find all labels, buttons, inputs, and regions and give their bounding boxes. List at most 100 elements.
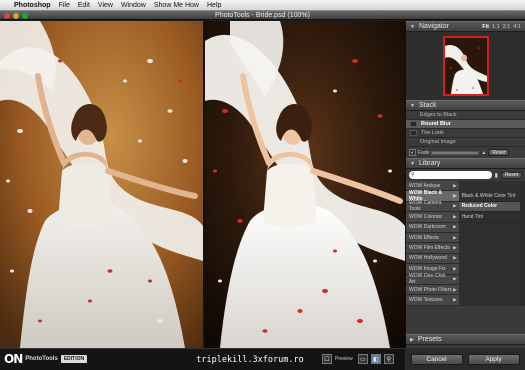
mask-icon[interactable]: ◐ xyxy=(409,149,416,156)
chevron-right-icon: ▶ xyxy=(453,182,457,188)
library-header[interactable]: ▼ Library xyxy=(406,158,525,169)
library-category[interactable]: WOW One-Click Art ▶ xyxy=(406,273,459,286)
navigator-title: Navigator xyxy=(418,23,449,30)
bride-original-image xyxy=(0,21,203,348)
zoom-fit[interactable]: Fit xyxy=(482,24,489,30)
logo-text: PhotoTools xyxy=(25,356,58,362)
watermark-text: triplekill.3xforum.ro xyxy=(196,355,304,365)
zoom-2-1[interactable]: 2:1 xyxy=(503,24,511,30)
clear-search-icon[interactable]: ▮ xyxy=(495,172,498,179)
navigator-thumbnail[interactable] xyxy=(442,36,489,96)
preview-toggle-icon[interactable]: ☐ xyxy=(322,354,332,364)
chevron-right-icon: ▶ xyxy=(453,203,457,209)
side-panel: ▼ Navigator Fit 1:1 2:1 4:1 ▼ Stack Edge… xyxy=(405,21,525,370)
fade-reset-button[interactable]: Reset xyxy=(488,149,510,156)
library-scrollbar[interactable] xyxy=(520,181,525,306)
stack-row-label: Original Image xyxy=(420,139,456,145)
category-label: WOW Image Fix xyxy=(409,265,446,272)
bottom-bar: ON PhotoTools EDITION triplekill.3xforum… xyxy=(0,348,405,370)
split-view-icon[interactable]: ◧ xyxy=(370,354,381,364)
category-label: WOW One-Click Art xyxy=(409,273,446,286)
library-category[interactable]: WOW Effects ▶ xyxy=(406,232,459,244)
library-search-row: ⚲ ▮ Reset xyxy=(406,169,525,181)
window-controls xyxy=(4,12,28,19)
library-category[interactable]: WOW Photo Filters ▶ xyxy=(406,284,459,296)
library-category[interactable]: WOW Darkroom ▶ xyxy=(406,222,459,233)
library-category[interactable]: WOW Textures ▶ xyxy=(406,295,459,306)
category-label: WOW Camera Tools xyxy=(409,200,442,213)
layer-toggle-icon[interactable] xyxy=(410,121,417,127)
fade-slider-fill xyxy=(432,151,479,154)
edition-badge: EDITION xyxy=(60,355,88,363)
category-label: WOW Antique xyxy=(409,182,441,189)
window-title: PhotoTools - Bride.psd (100%) xyxy=(215,12,310,19)
chevron-right-icon: ▶ xyxy=(453,213,457,219)
stack-row-label: The Look xyxy=(421,130,444,136)
library-category[interactable]: WOW Colorize ▶ xyxy=(406,212,459,223)
library-item[interactable]: Hand Tint xyxy=(458,212,525,223)
zoom-options: Fit 1:1 2:1 4:1 xyxy=(482,24,521,30)
fade-slider[interactable] xyxy=(431,150,480,155)
menu-edit[interactable]: Edit xyxy=(78,2,90,9)
chevron-right-icon: ▶ xyxy=(453,193,457,199)
library-item[interactable]: Black & White Color Tint xyxy=(458,191,525,202)
chevron-right-icon: ▶ xyxy=(453,224,457,230)
zoom-window-icon[interactable] xyxy=(22,12,28,19)
library-items: Black & White Color Tint Reduced Color H… xyxy=(458,181,525,306)
close-window-icon[interactable] xyxy=(4,12,10,19)
menu-file[interactable]: File xyxy=(59,2,70,9)
category-label: WOW Textures xyxy=(409,296,443,303)
collapse-triangle-icon[interactable]: ▼ xyxy=(410,161,415,167)
library-title: Library xyxy=(418,160,441,167)
library-reset-button[interactable]: Reset xyxy=(500,171,522,179)
library-category[interactable]: WOW Film Effects ▶ xyxy=(406,243,459,254)
chevron-right-icon: ▶ xyxy=(453,296,457,302)
library-search-input[interactable]: ⚲ xyxy=(409,171,492,179)
menu-view[interactable]: View xyxy=(98,2,113,9)
chevron-right-icon: ▶ xyxy=(453,255,457,261)
library-list: WOW Antique ▶ WOW Black & White ▶ WOW Came… xyxy=(406,181,525,306)
minimize-window-icon[interactable] xyxy=(13,12,19,19)
preview-label: Preview xyxy=(335,356,353,362)
menu-app-name[interactable]: Photoshop xyxy=(14,2,51,9)
cancel-button[interactable]: Cancel xyxy=(410,353,463,365)
stack-row-original-image[interactable]: Original Image xyxy=(406,138,525,147)
expand-triangle-icon[interactable]: ▶ xyxy=(410,337,414,343)
library-item-selected[interactable]: Reduced Color xyxy=(458,201,525,213)
collapse-triangle-icon[interactable]: ▼ xyxy=(410,24,415,30)
zoom-1-1[interactable]: 1:1 xyxy=(492,24,500,30)
category-label: WOW Film Effects xyxy=(409,245,450,252)
menu-help[interactable]: Help xyxy=(207,2,221,9)
category-label: WOW Effects xyxy=(409,234,439,241)
zoom-tool-icon[interactable]: ⚲ xyxy=(383,354,394,364)
stack-header[interactable]: ▼ Stack xyxy=(406,100,525,111)
zoom-4-1[interactable]: 4:1 xyxy=(513,24,521,30)
single-view-icon[interactable]: ▭ xyxy=(357,354,368,364)
fade-label: Fade xyxy=(418,149,430,156)
presets-title: Presets xyxy=(417,336,442,343)
chevron-right-icon: ▶ xyxy=(453,234,457,240)
library-category[interactable]: WOW Camera Tools ▶ xyxy=(406,200,459,213)
chevron-right-icon: ▶ xyxy=(453,276,457,282)
image-viewer[interactable] xyxy=(0,21,405,348)
stack-row-round-blur[interactable]: Round Blur xyxy=(406,120,525,129)
chevron-right-icon: ▶ xyxy=(453,265,457,271)
menu-window[interactable]: Window xyxy=(121,2,146,9)
collapse-triangle-icon[interactable]: ▼ xyxy=(410,103,415,109)
stack-row-the-look[interactable]: The Look xyxy=(406,129,525,138)
presets-header[interactable]: ▶ Presets xyxy=(406,334,525,345)
library-category[interactable]: WOW Hollywood ▶ xyxy=(406,253,459,265)
original-image-pane[interactable] xyxy=(0,21,203,348)
stack-row-label: Round Blur xyxy=(421,121,451,127)
view-tools: ☐ Preview ▭ ◧ ⚲ xyxy=(322,354,394,364)
category-label: WOW Darkroom xyxy=(409,224,446,231)
stack-row-edges-to-black[interactable]: Edges to Black xyxy=(406,111,525,120)
layer-toggle-icon[interactable] xyxy=(410,130,417,136)
menu-show-me-how[interactable]: Show Me How xyxy=(154,2,199,9)
onone-logo: ON PhotoTools EDITION xyxy=(4,352,88,366)
library-categories: WOW Antique ▶ WOW Black & White ▶ WOW Came… xyxy=(406,181,459,306)
apply-button[interactable]: Apply xyxy=(467,353,520,365)
preview-image-pane[interactable] xyxy=(205,21,405,348)
category-label: WOW Hollywood xyxy=(409,255,447,262)
navigator-header[interactable]: ▼ Navigator Fit 1:1 2:1 4:1 xyxy=(406,21,525,32)
